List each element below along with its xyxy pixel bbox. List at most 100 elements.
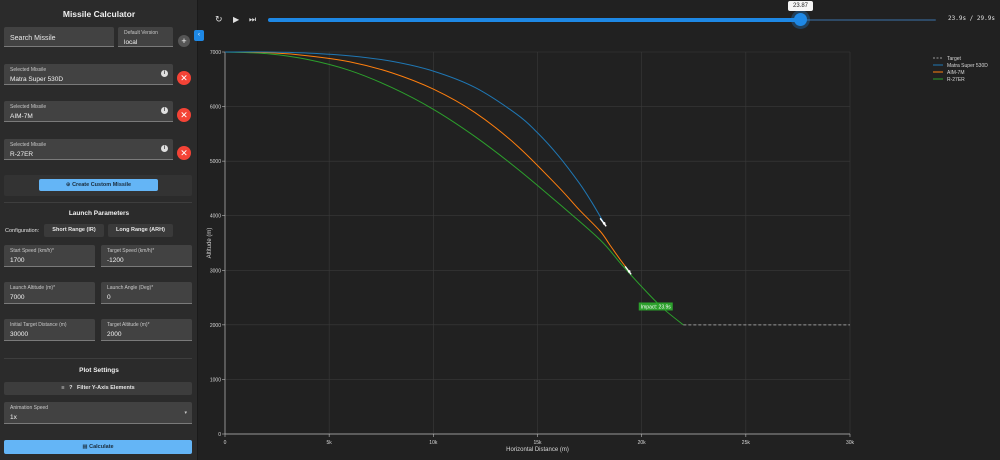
initial-target-distance-value: 30000	[10, 331, 29, 338]
add-missile-button[interactable]: +	[178, 35, 190, 47]
version-select[interactable]: Default Version local	[118, 27, 173, 47]
animation-speed-select[interactable]: Animation Speed 1x ▾	[4, 402, 192, 424]
chevron-down-icon: ▾	[184, 410, 187, 416]
filter-y-axis-button[interactable]: ≡ ? Filter Y-Axis Elements	[4, 382, 192, 395]
app-title: Missile Calculator	[62, 9, 136, 19]
y-axis-label: Altitude (m)	[207, 228, 213, 259]
create-custom-missile-button[interactable]: ⊕ Create Custom Missile	[39, 179, 158, 191]
x-tick-label: 20k	[638, 440, 647, 446]
launch-altitude-label: Launch Altitude (m)*	[10, 285, 56, 291]
sidebar: Missile Calculator Search Missile Defaul…	[0, 0, 198, 460]
initial-target-distance-field[interactable]: Initial Target Distance (m) 30000	[4, 319, 95, 341]
x-tick-label: 10k	[429, 440, 438, 446]
target-speed-value: -1200	[107, 257, 124, 264]
chart-axes: 0 5k 10k 15k 20k 25k 30k 0 1000 2000 3000 4000 5000 6…	[210, 50, 855, 446]
selected-missile-3[interactable]: Selected Missile R-27ER i	[4, 139, 173, 160]
x-tick-label: 25k	[742, 440, 751, 446]
trajectory-chart[interactable]: 0 5k 10k 15k 20k 25k 30k 0 1000 2000 3000 4000 5000 6…	[200, 40, 1000, 460]
x-tick-label: 15k	[533, 440, 542, 446]
start-speed-label: Start Speed (km/h)*	[10, 248, 54, 254]
launch-parameters-title: Launch Parameters	[68, 210, 130, 217]
x-tick-label: 5k	[327, 440, 333, 446]
time-readout: 23.9s / 29.9s	[948, 15, 995, 22]
search-missile-input[interactable]: Search Missile	[4, 27, 114, 47]
series-line-matra-super-530d	[224, 51, 605, 224]
y-tick-label: 3000	[210, 268, 221, 274]
launch-altitude-value: 7000	[10, 294, 25, 301]
info-icon[interactable]: i	[161, 107, 168, 114]
initial-target-distance-label: Initial Target Distance (m)	[10, 322, 67, 328]
timeline-progress	[268, 17, 800, 22]
legend-entry: Matra Super 530D	[947, 63, 988, 69]
launch-altitude-field[interactable]: Launch Altitude (m)* 7000	[4, 282, 95, 304]
missile-marker-icon	[599, 217, 607, 227]
series-line-aim-7m	[224, 51, 630, 272]
version-label: Default Version	[124, 30, 158, 36]
x-tick-label: 30k	[846, 440, 855, 446]
calculate-label: Calculate	[89, 444, 114, 450]
y-tick-label: 2000	[210, 323, 221, 329]
launch-angle-label: Launch Angle (Deg)*	[107, 285, 154, 291]
y-tick-label: 5000	[210, 159, 221, 165]
help-icon: ?	[69, 385, 73, 391]
filter-icon: ≡	[61, 385, 65, 391]
target-altitude-label: Target Altitude (m)*	[107, 322, 150, 328]
filter-y-axis-label: Filter Y-Axis Elements	[77, 385, 135, 391]
launch-angle-field[interactable]: Launch Angle (Deg)* 0	[101, 282, 192, 304]
restart-icon[interactable]: ↻	[215, 14, 223, 25]
legend-entry: Target	[947, 56, 962, 62]
target-altitude-value: 2000	[107, 331, 122, 338]
impact-annotation-label: Impact: 23.9s	[641, 304, 672, 310]
info-icon[interactable]: i	[161, 145, 168, 152]
selected-missile-value: R-27ER	[10, 151, 34, 158]
add-circle-icon: ⊕	[65, 182, 71, 188]
play-icon[interactable]: ▶	[233, 15, 239, 24]
start-speed-value: 1700	[10, 257, 25, 264]
divider	[4, 202, 192, 203]
x-tick-label: 0	[224, 440, 227, 446]
remove-missile-3-button[interactable]: ✕	[177, 146, 191, 160]
selected-missile-1[interactable]: Selected Missile Matra Super 530D i	[4, 64, 173, 85]
calculate-button[interactable]: ▦ Calculate	[4, 440, 192, 454]
timeline-tooltip: 23.87	[788, 1, 813, 11]
plot-settings-title: Plot Settings	[79, 367, 119, 374]
target-altitude-field[interactable]: Target Altitude (m)* 2000	[101, 319, 192, 341]
timeline-thumb[interactable]	[794, 13, 807, 26]
y-tick-label: 7000	[210, 50, 221, 56]
y-tick-label: 1000	[210, 377, 221, 383]
start-speed-field[interactable]: Start Speed (km/h)* 1700	[4, 245, 95, 267]
long-range-button[interactable]: Long Range (ARH)	[108, 224, 173, 237]
collapse-sidebar-button[interactable]: ‹	[194, 30, 204, 41]
legend-entry: R-27ER	[947, 77, 965, 83]
x-axis-label: Horizontal Distance (m)	[506, 447, 569, 453]
skip-end-icon[interactable]: ⏭	[249, 15, 256, 25]
remove-missile-1-button[interactable]: ✕	[177, 71, 191, 85]
target-speed-field[interactable]: Target Speed (km/h)* -1200	[101, 245, 192, 267]
selected-missile-value: Matra Super 530D	[10, 76, 64, 83]
animation-speed-label: Animation Speed	[10, 405, 49, 411]
missile-marker-dot	[602, 222, 606, 225]
target-speed-label: Target Speed (km/h)*	[107, 248, 155, 254]
divider	[4, 358, 192, 359]
animation-speed-value: 1x	[10, 414, 17, 421]
y-tick-label: 0	[218, 432, 221, 438]
configuration-label: Configuration:	[5, 228, 40, 234]
series-line-r-27er	[224, 51, 684, 326]
search-placeholder: Search Missile	[10, 35, 56, 42]
selected-missile-value: AIM-7M	[10, 113, 33, 120]
selected-missile-label: Selected Missile	[10, 67, 47, 73]
info-icon[interactable]: i	[161, 70, 168, 77]
missile-marker-dot	[627, 270, 631, 273]
y-tick-label: 4000	[210, 214, 221, 220]
short-range-button[interactable]: Short Range (IR)	[44, 224, 104, 237]
selected-missile-label: Selected Missile	[10, 142, 47, 148]
remove-missile-2-button[interactable]: ✕	[177, 108, 191, 122]
chart-legend: TargetMatra Super 530DAIM-7MR-27ER	[933, 56, 988, 83]
launch-angle-value: 0	[107, 294, 111, 301]
legend-entry: AIM-7M	[947, 70, 965, 76]
selected-missile-2[interactable]: Selected Missile AIM-7M i	[4, 101, 173, 122]
selected-missile-label: Selected Missile	[10, 104, 47, 110]
version-value: local	[124, 39, 138, 46]
y-tick-label: 6000	[210, 105, 221, 111]
calculator-icon: ▦	[82, 444, 88, 450]
